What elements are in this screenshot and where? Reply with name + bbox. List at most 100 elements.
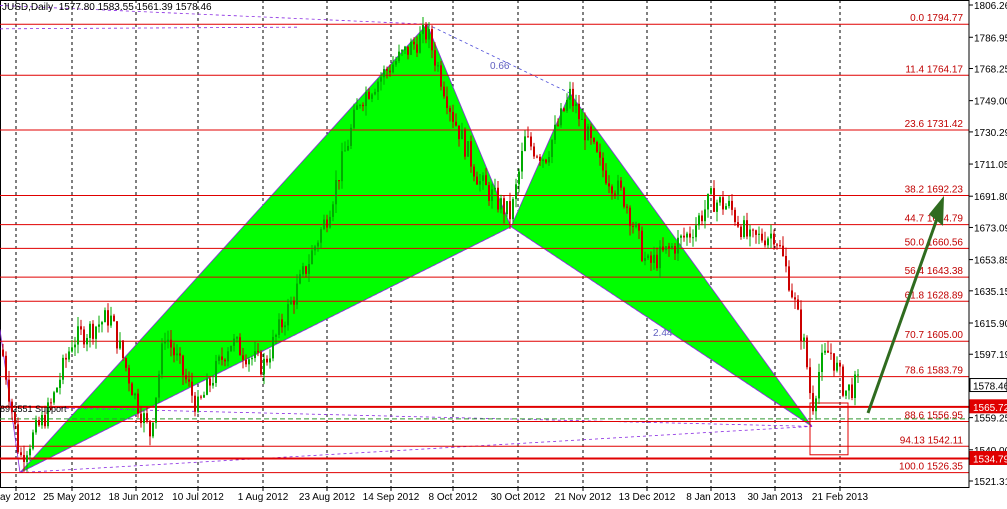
candle-body <box>659 246 661 269</box>
candle-body <box>584 118 586 141</box>
y-tick-label: 1711.05 <box>974 160 1007 171</box>
candle-body <box>851 384 853 399</box>
candle-body <box>212 382 214 386</box>
candle-body <box>77 326 79 345</box>
candle-body <box>473 166 475 177</box>
candle-body <box>545 159 547 163</box>
candle-body <box>800 309 802 342</box>
candle-body <box>224 359 226 362</box>
candle-body <box>674 246 676 254</box>
pattern-connector-xd <box>19 425 813 473</box>
fib-level-label: 61.8 1628.89 <box>905 290 964 301</box>
candle-body <box>167 339 169 342</box>
candle-body <box>734 209 736 223</box>
ohlc-label: 1577.80 1583.55 1561.39 1578.46 <box>58 2 212 13</box>
candle-body <box>446 96 448 109</box>
candle-body <box>755 230 757 235</box>
candle-body <box>713 188 715 212</box>
candle-body <box>662 246 664 251</box>
y-tick-label: 1730.29 <box>974 128 1007 139</box>
candle-body <box>380 77 382 82</box>
candle-body <box>632 226 634 228</box>
candle-body <box>482 175 484 182</box>
candle-body <box>440 65 442 87</box>
candle-body <box>443 86 445 97</box>
fib-level-label: 38.2 1692.23 <box>905 184 964 195</box>
y-tick-label: 1521.31 <box>974 477 1007 488</box>
x-tick-label: 25 May 2012 <box>43 492 101 503</box>
candle-body <box>242 355 244 360</box>
candle-body <box>53 392 55 403</box>
x-tick-label: 1 Aug 2012 <box>238 492 289 503</box>
candle-body <box>425 24 427 40</box>
pattern-connector-top-left <box>0 26 301 30</box>
candle-body <box>698 215 700 226</box>
candle-body <box>260 352 262 375</box>
x-tick-label: 23 Aug 2012 <box>299 492 356 503</box>
candle-body <box>122 340 124 359</box>
candle-body <box>554 124 556 140</box>
candle-body <box>194 395 196 412</box>
candle-body <box>92 323 94 339</box>
candle-body <box>86 337 88 345</box>
candle-body <box>725 206 727 210</box>
candle-body <box>599 151 601 158</box>
candle-body <box>278 319 280 335</box>
candle-body <box>104 310 106 323</box>
candle-body <box>557 124 559 126</box>
candle-body <box>347 145 349 151</box>
candle-body <box>293 300 295 305</box>
candle-body <box>566 99 568 111</box>
candle-body <box>236 337 238 339</box>
candle-body <box>131 383 133 396</box>
candle-body <box>392 64 394 73</box>
candle-body <box>176 353 178 356</box>
candle-body <box>806 337 808 368</box>
candle-body <box>326 219 328 228</box>
candle-body <box>668 246 670 249</box>
candle-body <box>740 226 742 238</box>
candle-body <box>44 415 46 427</box>
candle-body <box>779 245 781 247</box>
y-tick-label: 1635.15 <box>974 287 1007 298</box>
price-label-text: 1578.46 <box>973 382 1007 393</box>
y-tick-label: 1768.25 <box>974 64 1007 75</box>
candle-body <box>500 198 502 210</box>
y-tick-label: 1597.19 <box>974 350 1007 361</box>
candle-body <box>485 175 487 186</box>
candle-body <box>770 233 772 239</box>
candle-body <box>695 225 697 238</box>
candle-body <box>521 150 523 172</box>
candle-body <box>119 340 121 349</box>
fib-level-label: 78.6 1583.79 <box>905 366 964 377</box>
candle-body <box>29 448 31 456</box>
candle-body <box>257 351 259 353</box>
candle-body <box>152 422 154 437</box>
candle-body <box>269 358 271 363</box>
candle-body <box>524 136 526 151</box>
candle-body <box>716 202 718 212</box>
candle-body <box>773 233 775 245</box>
x-tick-label: 21 Feb 2013 <box>812 492 869 503</box>
candle-body <box>737 222 739 227</box>
candle-body <box>515 184 517 200</box>
candle-body <box>608 183 610 187</box>
candle-body <box>407 46 409 55</box>
candle-body <box>404 46 406 51</box>
candle-body <box>722 197 724 210</box>
candle-body <box>17 424 19 453</box>
candle-body <box>26 455 28 462</box>
candle-body <box>134 393 136 396</box>
pattern-annotation: 0.66 <box>490 61 510 72</box>
candle-body <box>320 229 322 243</box>
candle-body <box>332 204 334 217</box>
candle-body <box>161 343 163 375</box>
candle-body <box>410 41 412 55</box>
candle-body <box>377 81 379 92</box>
candle-body <box>32 432 34 449</box>
fib-level-label: 0.0 1794.77 <box>910 13 963 24</box>
candle-body <box>638 223 640 231</box>
fib-level-label: 100.0 1526.35 <box>899 462 963 473</box>
fib-level-label: 50.0 1660.56 <box>905 237 964 248</box>
candle-body <box>281 319 283 328</box>
